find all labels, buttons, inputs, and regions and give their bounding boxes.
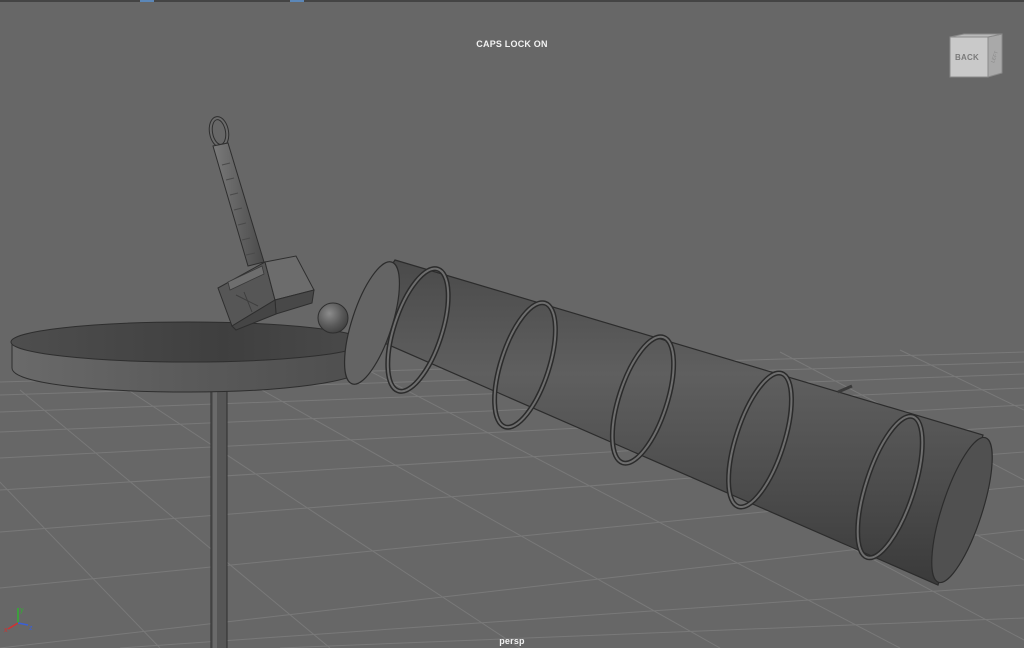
cylinder-tube bbox=[343, 259, 993, 586]
sphere bbox=[317, 302, 349, 334]
axis-y-label: y bbox=[20, 607, 24, 614]
table-disc bbox=[10, 321, 366, 393]
axis-z-label: z bbox=[29, 625, 33, 632]
scene-canvas[interactable] bbox=[0, 0, 1024, 648]
caps-lock-indicator: CAPS LOCK ON bbox=[476, 39, 548, 49]
table-leg-highlight bbox=[213, 388, 217, 648]
view-cube[interactable]: BACK LEFT bbox=[948, 33, 1004, 81]
axis-x-label: x bbox=[4, 627, 8, 633]
view-cube-face-label: BACK bbox=[955, 53, 979, 62]
axis-gizmo-icon: y x z bbox=[4, 607, 33, 633]
camera-name-label: persp bbox=[499, 636, 525, 646]
hammer bbox=[208, 116, 315, 331]
persp-viewport[interactable]: CAPS LOCK ON BACK LEFT y x z persp bbox=[0, 0, 1024, 648]
